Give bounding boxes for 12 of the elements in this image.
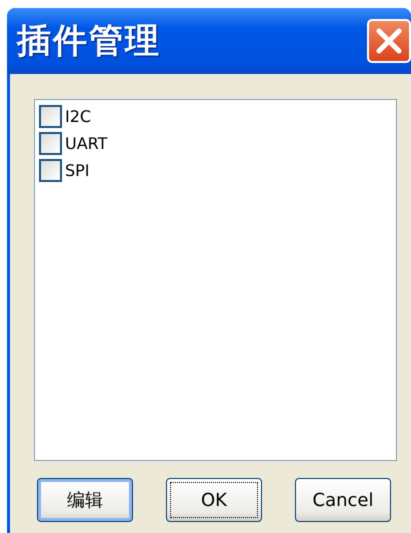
dialog-button[interactable]: OK [166, 478, 262, 522]
plugin-label: SPI [65, 161, 90, 180]
plugin-label: I2C [65, 107, 92, 126]
checkbox[interactable] [39, 105, 62, 128]
dialog-button[interactable]: Cancel [295, 478, 391, 522]
checkbox[interactable] [39, 159, 62, 182]
dialog-button[interactable]: 编辑 [37, 478, 133, 522]
window-title: 插件管理 [17, 20, 161, 63]
plugin-label: UART [65, 134, 108, 153]
close-icon [376, 28, 402, 54]
checkbox[interactable] [39, 132, 62, 155]
close-button[interactable] [367, 19, 411, 63]
